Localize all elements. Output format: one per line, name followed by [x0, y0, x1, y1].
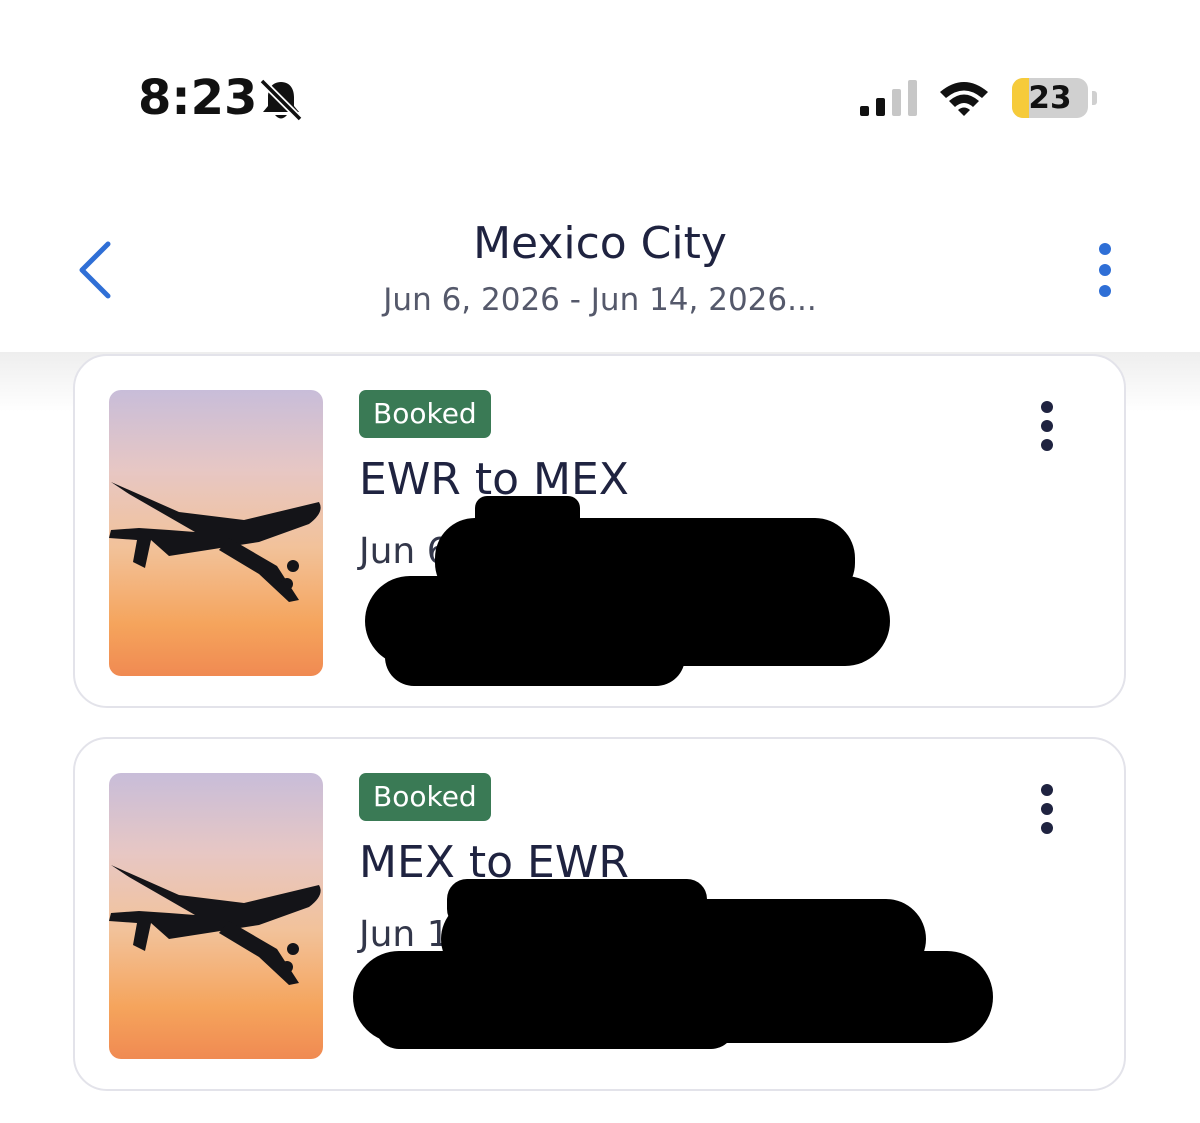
- page-title: Mexico City: [473, 218, 727, 269]
- chevron-left-icon[interactable]: [74, 238, 118, 302]
- flight-card[interactable]: Booked EWR to MEX Jun 6: [73, 354, 1126, 708]
- status-time: 8:23: [138, 70, 258, 126]
- status-badge: Booked: [359, 390, 491, 438]
- flight-card[interactable]: Booked MEX to EWR Jun 1: [73, 737, 1126, 1091]
- flight-date: Jun 1: [359, 914, 450, 955]
- wifi-icon: [940, 82, 988, 116]
- vertical-ellipsis-icon[interactable]: [1092, 242, 1118, 298]
- trip-date-range: Jun 6, 2026 - Jun 14, 2026...: [383, 282, 817, 318]
- bell-slash-icon: [259, 78, 303, 122]
- cellular-signal-icon: [860, 80, 917, 116]
- vertical-ellipsis-icon[interactable]: [1035, 400, 1059, 452]
- vertical-ellipsis-icon[interactable]: [1035, 783, 1059, 835]
- airplane-sunset-image: [109, 773, 323, 1059]
- battery-icon: 23: [1012, 78, 1098, 118]
- airplane-sunset-image: [109, 390, 323, 676]
- status-badge: Booked: [359, 773, 491, 821]
- battery-percentage: 23: [1028, 80, 1072, 116]
